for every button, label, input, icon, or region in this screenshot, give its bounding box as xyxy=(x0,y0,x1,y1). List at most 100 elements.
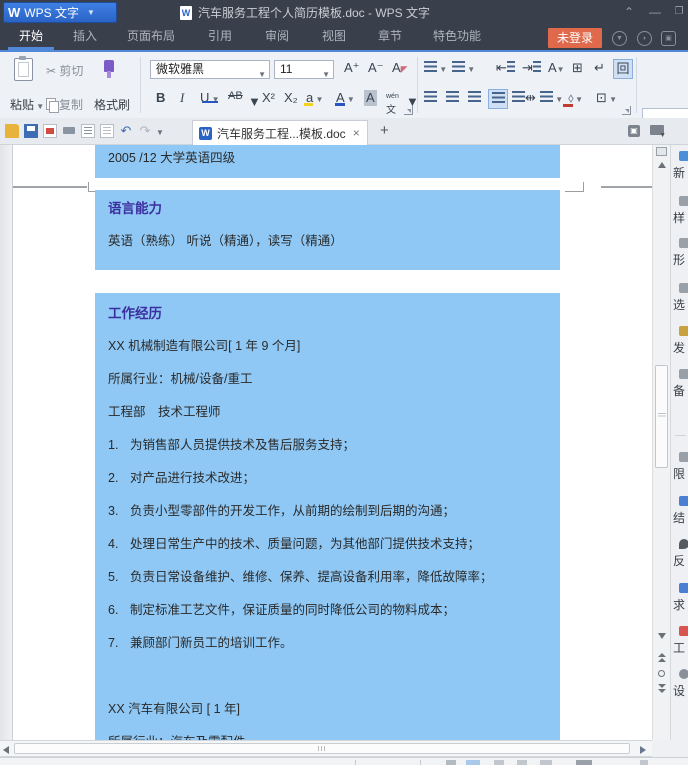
view-mode-active-icon[interactable] xyxy=(466,760,480,765)
numbering-button[interactable]: ▼ xyxy=(452,60,475,75)
font-name-select[interactable]: 微软雅黑 ▼ xyxy=(150,60,270,79)
undo-icon[interactable]: ↶ xyxy=(119,124,133,138)
previous-page-icon2[interactable] xyxy=(658,658,666,662)
bold-button[interactable]: B xyxy=(156,90,165,105)
previous-page-icon[interactable] xyxy=(658,653,666,657)
panel-item-job[interactable]: 求 xyxy=(672,583,688,613)
close-tab-icon[interactable]: × xyxy=(353,126,360,140)
view-mode-icon[interactable] xyxy=(517,760,527,765)
view-mode-icon[interactable] xyxy=(494,760,504,765)
tab-section[interactable]: 章节 xyxy=(373,25,407,47)
horizontal-scrollbar[interactable] xyxy=(0,740,652,757)
redo-icon[interactable]: ↷ xyxy=(138,124,152,138)
doc-block-education[interactable]: 2005 /12 大学英语四级 xyxy=(95,145,560,178)
superscript-button[interactable]: X² xyxy=(262,90,275,105)
zoom-slider-stub[interactable] xyxy=(640,760,648,765)
increase-indent-button[interactable]: ⇥ xyxy=(522,60,541,76)
open-icon[interactable] xyxy=(5,124,19,138)
login-button[interactable]: 未登录 xyxy=(548,28,602,48)
panel-item-limit[interactable]: 限 xyxy=(672,452,688,482)
collapse-ribbon-button[interactable]: ⌃ xyxy=(618,0,640,24)
spellcheck-doc-icon[interactable] xyxy=(100,124,114,138)
italic-button[interactable]: I xyxy=(180,90,184,106)
feedback-icon[interactable]: ◗ xyxy=(637,31,652,46)
strikethrough-dropdown[interactable]: ▼ xyxy=(248,94,261,109)
cut-button[interactable]: ✂ 剪切 xyxy=(46,62,83,79)
decrease-font-button[interactable]: A⁻ xyxy=(368,60,384,76)
document-canvas[interactable]: 2005 /12 大学英语四级 语言能力 英语（熟练） 听说（精通），读写（精通… xyxy=(13,145,652,740)
justify-button[interactable] xyxy=(488,89,508,109)
vertical-scrollbar[interactable] xyxy=(652,145,670,740)
scroll-left-icon[interactable] xyxy=(3,746,9,754)
char-shading-button[interactable]: A xyxy=(364,90,377,106)
history-icon[interactable]: ▣ xyxy=(628,125,640,137)
next-page-icon2[interactable] xyxy=(658,689,666,693)
view-mode-icon[interactable] xyxy=(540,760,552,765)
panel-item-shape[interactable]: 形 xyxy=(672,238,688,268)
maximize-button[interactable]: ❐ xyxy=(668,0,688,24)
panel-item-structure[interactable]: 结 xyxy=(672,496,688,526)
wps-app-menu-button[interactable]: W WPS 文字 ▼ xyxy=(3,2,117,23)
paste-button[interactable]: 粘贴 ▼ xyxy=(10,96,44,113)
print-preview-icon[interactable] xyxy=(81,124,95,138)
format-painter-button[interactable]: 格式刷 xyxy=(94,96,130,113)
export-pdf-icon[interactable] xyxy=(43,124,57,138)
tab-view[interactable]: 视图 xyxy=(317,25,351,47)
next-page-icon[interactable] xyxy=(658,684,666,688)
select-browse-object-icon[interactable] xyxy=(658,670,665,677)
vertical-scroll-thumb[interactable] xyxy=(655,365,668,468)
strikethrough-button[interactable]: AB xyxy=(228,90,243,102)
toolbar-options-icon[interactable]: ▼ xyxy=(650,125,666,139)
font-color-button[interactable]: A ▼ xyxy=(334,90,355,106)
panel-item-select[interactable]: 选 xyxy=(672,283,688,313)
panel-item-feedback[interactable]: 反 xyxy=(672,539,688,569)
quickbar-dropdown-icon[interactable]: ▼ xyxy=(156,128,170,142)
paragraph-dialog-launcher[interactable] xyxy=(622,106,631,115)
font-size-select[interactable]: 11 ▼ xyxy=(274,60,334,79)
minimize-button[interactable]: — xyxy=(644,0,666,24)
panel-item-discover[interactable]: 发 xyxy=(672,326,688,356)
copy-button[interactable]: 复制 xyxy=(46,96,83,113)
phonetic-guide-button[interactable]: wén 文 xyxy=(386,90,399,116)
align-left-button[interactable] xyxy=(424,90,437,105)
clear-format-button[interactable]: A◤ xyxy=(392,60,408,75)
decrease-indent-button[interactable]: ⇤ xyxy=(496,60,515,76)
tab-page-layout[interactable]: 页面布局 xyxy=(122,25,180,47)
save-icon[interactable] xyxy=(24,124,38,138)
theme-icon[interactable]: ▼ xyxy=(612,31,627,46)
subscript-button[interactable]: X₂ xyxy=(284,90,298,105)
skin-icon[interactable]: ▣ xyxy=(661,31,676,46)
bullets-button[interactable]: ▼ xyxy=(424,60,447,75)
panel-item-style[interactable]: 样 xyxy=(672,196,688,226)
doc-block-work[interactable]: 工作经历 XX 机械制造有限公司[ 1 年 9 个月] 所属行业：机械/设备/重… xyxy=(95,293,560,740)
scroll-down-icon[interactable] xyxy=(658,633,666,639)
tab-home[interactable]: 开始 xyxy=(8,25,54,50)
document-tab[interactable]: W 汽车服务工程...模板.doc × xyxy=(192,120,368,145)
panel-item-tools[interactable]: 工 xyxy=(672,626,688,656)
tab-review[interactable]: 审阅 xyxy=(260,25,294,47)
font-dialog-launcher[interactable] xyxy=(404,106,413,115)
distribute-button[interactable]: ⇹ xyxy=(512,90,536,106)
horizontal-scroll-thumb[interactable] xyxy=(14,743,630,754)
tab-insert[interactable]: 插入 xyxy=(68,25,102,47)
text-frame-button[interactable]: 回 xyxy=(613,59,633,79)
ruler-toggle-icon[interactable] xyxy=(656,147,667,156)
borders-button[interactable]: ⊡ ▼ xyxy=(596,90,617,106)
scroll-right-icon[interactable] xyxy=(640,746,646,754)
underline-button[interactable]: U ▼ xyxy=(200,90,220,105)
doc-block-language[interactable]: 语言能力 英语（熟练） 听说（精通），读写（精通） xyxy=(95,190,560,270)
text-direction-button[interactable]: A▼ xyxy=(548,60,565,75)
align-center-button[interactable] xyxy=(446,90,459,105)
tab-special-features[interactable]: 特色功能 xyxy=(428,25,486,47)
highlight-button[interactable]: a ▼ xyxy=(304,90,323,106)
scroll-up-icon[interactable] xyxy=(658,162,666,168)
panel-item-new[interactable]: 新 xyxy=(672,151,688,181)
view-mode-icon[interactable] xyxy=(446,760,456,765)
tab-references[interactable]: 引用 xyxy=(203,25,237,47)
panel-item-settings[interactable]: 设 xyxy=(672,669,688,699)
new-tab-button[interactable]: + xyxy=(380,122,389,139)
increase-font-button[interactable]: A⁺ xyxy=(344,60,360,76)
wrap-mark-icon[interactable]: ↵ xyxy=(594,60,605,76)
shading-button[interactable]: ⬨ ▼ xyxy=(562,90,583,107)
align-right-button[interactable] xyxy=(468,90,481,105)
